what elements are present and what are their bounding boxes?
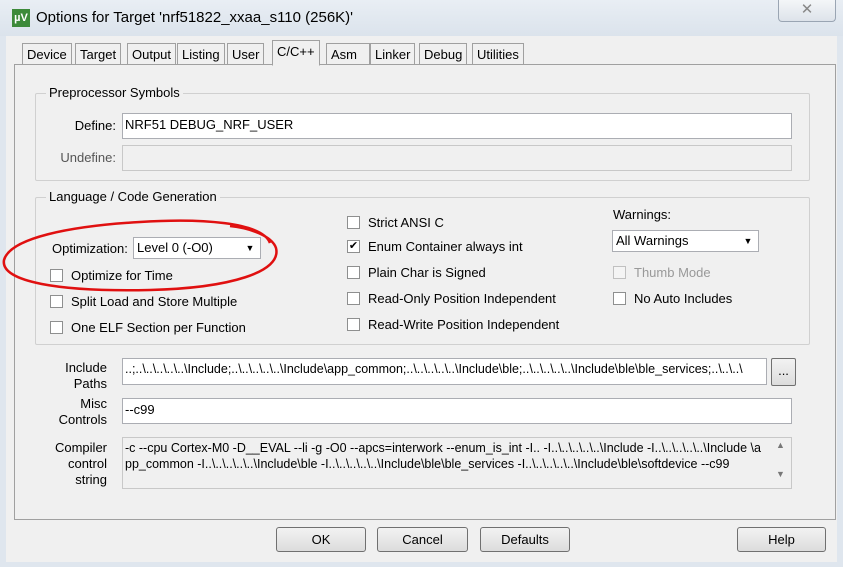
thumb-mode-checkbox[interactable]: Thumb Mode (613, 265, 711, 280)
tab-listing[interactable]: Listing (177, 43, 225, 65)
warnings-select[interactable]: All Warnings ▼ (612, 230, 759, 252)
checkbox-label: Read-Write Position Independent (368, 317, 560, 332)
ro-position-independent-checkbox[interactable]: Read-Only Position Independent (347, 291, 556, 306)
tab-debug[interactable]: Debug (419, 43, 468, 65)
chevron-down-icon: ▼ (245, 243, 255, 253)
scroll-up-icon[interactable]: ▲ (772, 440, 789, 450)
optimization-select[interactable]: Level 0 (-O0) ▼ (133, 237, 261, 259)
enum-container-checkbox[interactable]: ✔ Enum Container always int (347, 239, 523, 254)
textarea-scrollbar[interactable]: ▲ ▼ (772, 440, 789, 486)
optimize-for-time-checkbox[interactable]: Optimize for Time (50, 268, 173, 283)
tab-user[interactable]: User (227, 43, 265, 65)
checkbox-label: Plain Char is Signed (368, 265, 486, 280)
undefine-label: Undefine: (60, 150, 116, 165)
optimization-value: Level 0 (-O0) (137, 240, 213, 255)
window-title: Options for Target 'nrf51822_xxaa_s110 (… (36, 9, 354, 26)
strict-ansi-checkbox[interactable]: Strict ANSI C (347, 215, 444, 230)
ok-button[interactable]: OK (276, 527, 366, 552)
warnings-label: Warnings: (613, 207, 672, 222)
scroll-down-icon[interactable]: ▼ (772, 469, 789, 479)
cancel-button[interactable]: Cancel (377, 527, 468, 552)
checkbox-label: Thumb Mode (634, 265, 711, 280)
app-icon: µV (12, 9, 30, 27)
optimization-label: Optimization: (52, 241, 128, 256)
warnings-value: All Warnings (616, 233, 689, 248)
checkbox-label: One ELF Section per Function (71, 320, 246, 335)
include-paths-input[interactable]: ..;..\..\..\..\..\Include;..\..\..\..\..… (122, 358, 767, 385)
define-input[interactable]: NRF51 DEBUG_NRF_USER (122, 113, 792, 139)
undefine-input[interactable] (122, 145, 792, 171)
compiler-control-label: Compiler control string (54, 440, 107, 487)
tab-output[interactable]: Output (127, 43, 177, 65)
preprocessor-title: Preprocessor Symbols (46, 85, 183, 100)
checkbox-box (50, 321, 63, 334)
tab-target[interactable]: Target (75, 43, 122, 65)
misc-controls-input[interactable]: --c99 (122, 398, 792, 424)
checkbox-label: Enum Container always int (368, 239, 523, 254)
chevron-down-icon: ▼ (743, 236, 753, 246)
checkbox-box (50, 295, 63, 308)
checkbox-label: Strict ANSI C (368, 215, 444, 230)
define-label: Define: (74, 118, 116, 133)
tab-linker[interactable]: Linker (370, 43, 416, 65)
checkbox-box (347, 318, 360, 331)
compiler-control-string: -c --cpu Cortex-M0 -D__EVAL --li -g -O0 … (122, 437, 792, 489)
tab-asm[interactable]: Asm (326, 43, 370, 65)
defaults-button[interactable]: Defaults (480, 527, 570, 552)
include-paths-label: Include Paths (65, 360, 107, 391)
checkbox-label: No Auto Includes (634, 291, 733, 306)
help-button[interactable]: Help (737, 527, 826, 552)
checkbox-box (347, 292, 360, 305)
tab-cpp[interactable]: C/C++ (272, 40, 320, 66)
tab-utilities[interactable]: Utilities (472, 43, 524, 65)
checkbox-label: Read-Only Position Independent (368, 291, 556, 306)
close-button[interactable]: ✕ (778, 0, 836, 22)
checkbox-label: Optimize for Time (71, 268, 173, 283)
check-icon: ✔ (347, 240, 360, 253)
one-elf-section-checkbox[interactable]: One ELF Section per Function (50, 320, 246, 335)
language-title: Language / Code Generation (46, 189, 220, 204)
plain-char-signed-checkbox[interactable]: Plain Char is Signed (347, 265, 486, 280)
checkbox-box (613, 292, 626, 305)
checkbox-box (613, 266, 626, 279)
no-auto-includes-checkbox[interactable]: No Auto Includes (613, 291, 732, 306)
split-load-store-checkbox[interactable]: Split Load and Store Multiple (50, 294, 237, 309)
rw-position-independent-checkbox[interactable]: Read-Write Position Independent (347, 317, 559, 332)
checkbox-box (347, 216, 360, 229)
checkbox-label: Split Load and Store Multiple (71, 294, 238, 309)
browse-include-button[interactable]: ... (771, 358, 796, 386)
checkbox-box (347, 266, 360, 279)
misc-controls-label: Misc Controls (58, 396, 107, 427)
tab-device[interactable]: Device (22, 43, 72, 65)
checkbox-box (50, 269, 63, 282)
